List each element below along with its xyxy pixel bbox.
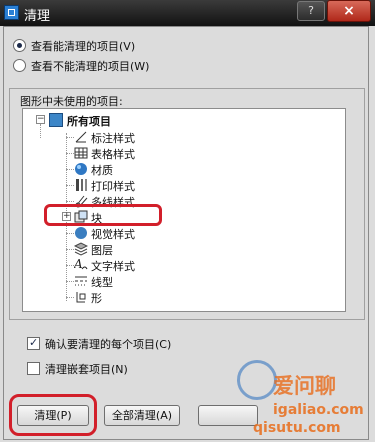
purge-nested-checkbox[interactable] [27,362,40,375]
watermark-url-2: qisutu.com [253,420,341,436]
block-highlight-box [44,204,162,226]
watermark-circle-icon [237,360,277,400]
title-bar: 清理 ? × [0,0,375,26]
app-icon [4,5,19,20]
linetype-icon [74,274,88,288]
radio-view-purgeable[interactable] [13,39,26,52]
help-button[interactable]: ? [297,1,325,21]
tree-item-label: 视觉样式 [91,228,135,241]
plot-style-icon [74,178,88,192]
tree-item-label: 图层 [91,244,113,257]
window-title: 清理 [24,9,51,24]
tree-item-label: 文字样式 [91,260,135,273]
shape-icon [74,290,88,304]
svg-text:A: A [74,257,83,271]
purge-all-button[interactable]: 全部清理(A) [104,405,180,426]
confirm-each-item-label[interactable]: 确认要清理的每个项目(C) [45,336,171,352]
layer-icon [73,242,89,256]
dimension-style-icon [74,130,88,144]
root-expander[interactable]: − [36,115,45,124]
watermark-text: 爱问聊 [273,374,336,398]
tree-connector [40,124,41,138]
table-style-icon [74,146,88,160]
tree-item-label: 表格样式 [91,148,135,161]
radio-view-purgeable-label[interactable]: 查看能清理的项目(V) [31,38,135,54]
tree-item-label: 打印样式 [91,180,135,193]
tree-item-label: 标注样式 [91,132,135,145]
confirm-each-item-checkbox[interactable] [27,336,40,350]
text-style-icon: A [73,257,88,271]
tree-item-label: 线型 [91,276,113,289]
tree-item-label: 材质 [91,164,113,177]
purge-nested-label[interactable]: 清理嵌套项目(N) [45,361,128,377]
close-button[interactable]: × [327,0,371,22]
visual-style-icon [74,226,88,240]
watermark-url: igaliao.com [273,402,364,418]
purge-button-highlight [9,394,97,436]
all-items-icon [49,113,63,127]
radio-view-unpurgeable[interactable] [13,59,26,72]
watermark-logo: 爱问聊 igaliao.com qisutu.com [215,350,375,442]
tree-heading: 图形中未使用的项目: [20,95,123,108]
material-icon [74,162,88,176]
tree-item-label: 形 [91,292,102,305]
tree-root-label[interactable]: 所有项目 [67,113,111,129]
radio-view-unpurgeable-label[interactable]: 查看不能清理的项目(W) [31,58,149,74]
